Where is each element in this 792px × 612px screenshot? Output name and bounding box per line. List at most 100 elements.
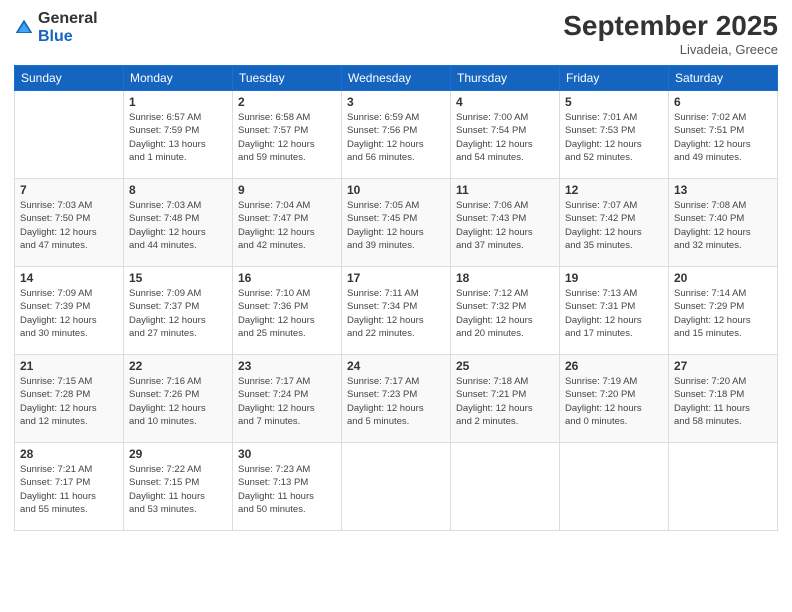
day-info: Sunrise: 7:06 AM Sunset: 7:43 PM Dayligh… [456, 199, 554, 252]
day-number: 8 [129, 183, 227, 197]
day-info: Sunrise: 7:16 AM Sunset: 7:26 PM Dayligh… [129, 375, 227, 428]
location: Livadeia, Greece [563, 42, 778, 57]
table-row: 11Sunrise: 7:06 AM Sunset: 7:43 PM Dayli… [451, 179, 560, 267]
day-number: 14 [20, 271, 118, 285]
table-row: 10 Sunrise: 7:05 AM Sunset: 7:45 PM Dayli… [342, 179, 451, 267]
table-row: 28 Sunrise: 7:21 AM Sunset: 7:17 PM Dayli… [15, 443, 124, 531]
day-number: 19 [565, 271, 663, 285]
day-number: 12 [565, 183, 663, 197]
day-info: Sunrise: 7:03 AM Sunset: 7:50 PM Dayligh… [20, 199, 118, 252]
table-row: 23 Sunrise: 7:17 AM Sunset: 7:24 PM Dayli… [233, 355, 342, 443]
day-number: 22 [129, 359, 227, 373]
table-row: 18Sunrise: 7:12 AM Sunset: 7:32 PM Dayli… [451, 267, 560, 355]
day-number: 20 [674, 271, 772, 285]
table-row: 20 Sunrise: 7:14 AM Sunset: 7:29 PM Dayli… [669, 267, 778, 355]
calendar-week-row: 14 Sunrise: 7:09 AM Sunset: 7:39 PM Dayli… [15, 267, 778, 355]
table-row: 6Sunrise: 7:02 AM Sunset: 7:51 PM Daylig… [669, 91, 778, 179]
day-info: Sunrise: 7:05 AM Sunset: 7:45 PM Dayligh… [347, 199, 445, 252]
day-number: 10 [347, 183, 445, 197]
day-info: Sunrise: 6:57 AM Sunset: 7:59 PM Dayligh… [129, 111, 227, 164]
col-tuesday: Tuesday [233, 66, 342, 91]
table-row: 29 Sunrise: 7:22 AM Sunset: 7:15 PM Dayli… [124, 443, 233, 531]
day-info: Sunrise: 7:09 AM Sunset: 7:39 PM Dayligh… [20, 287, 118, 340]
day-number: 25 [456, 359, 554, 373]
col-wednesday: Wednesday [342, 66, 451, 91]
day-number: 28 [20, 447, 118, 461]
calendar-week-row: 1 Sunrise: 6:57 AM Sunset: 7:59 PM Daylig… [15, 91, 778, 179]
day-number: 5 [565, 95, 663, 109]
table-row: 8 Sunrise: 7:03 AM Sunset: 7:48 PM Daylig… [124, 179, 233, 267]
table-row: 19 Sunrise: 7:13 AM Sunset: 7:31 PM Dayli… [560, 267, 669, 355]
calendar-header-row: Sunday Monday Tuesday Wednesday Thursday… [15, 66, 778, 91]
col-sunday: Sunday [15, 66, 124, 91]
day-info: Sunrise: 7:00 AM Sunset: 7:54 PM Dayligh… [456, 111, 554, 164]
table-row: 15Sunrise: 7:09 AM Sunset: 7:37 PM Dayli… [124, 267, 233, 355]
table-row: 4Sunrise: 7:00 AM Sunset: 7:54 PM Daylig… [451, 91, 560, 179]
month-title: September 2025 [563, 10, 778, 42]
table-row: 21Sunrise: 7:15 AM Sunset: 7:28 PM Dayli… [15, 355, 124, 443]
day-info: Sunrise: 7:01 AM Sunset: 7:53 PM Dayligh… [565, 111, 663, 164]
day-info: Sunrise: 7:11 AM Sunset: 7:34 PM Dayligh… [347, 287, 445, 340]
day-number: 13 [674, 183, 772, 197]
logo-icon [14, 18, 34, 38]
day-info: Sunrise: 7:09 AM Sunset: 7:37 PM Dayligh… [129, 287, 227, 340]
day-info: Sunrise: 7:15 AM Sunset: 7:28 PM Dayligh… [20, 375, 118, 428]
day-info: Sunrise: 7:23 AM Sunset: 7:13 PM Dayligh… [238, 463, 336, 516]
table-row: 24 Sunrise: 7:17 AM Sunset: 7:23 PM Dayli… [342, 355, 451, 443]
col-thursday: Thursday [451, 66, 560, 91]
table-row: 17Sunrise: 7:11 AM Sunset: 7:34 PM Dayli… [342, 267, 451, 355]
logo-blue-text: Blue [38, 28, 98, 46]
day-number: 26 [565, 359, 663, 373]
day-number: 2 [238, 95, 336, 109]
logo: General Blue [14, 10, 98, 45]
day-info: Sunrise: 7:08 AM Sunset: 7:40 PM Dayligh… [674, 199, 772, 252]
day-info: Sunrise: 7:07 AM Sunset: 7:42 PM Dayligh… [565, 199, 663, 252]
table-row: 16Sunrise: 7:10 AM Sunset: 7:36 PM Dayli… [233, 267, 342, 355]
day-info: Sunrise: 7:17 AM Sunset: 7:23 PM Dayligh… [347, 375, 445, 428]
table-row: 22 Sunrise: 7:16 AM Sunset: 7:26 PM Dayli… [124, 355, 233, 443]
day-info: Sunrise: 7:22 AM Sunset: 7:15 PM Dayligh… [129, 463, 227, 516]
calendar-week-row: 21Sunrise: 7:15 AM Sunset: 7:28 PM Dayli… [15, 355, 778, 443]
logo-text: General Blue [38, 10, 98, 45]
day-info: Sunrise: 7:21 AM Sunset: 7:17 PM Dayligh… [20, 463, 118, 516]
calendar-week-row: 7 Sunrise: 7:03 AM Sunset: 7:50 PM Daylig… [15, 179, 778, 267]
table-row: 2 Sunrise: 6:58 AM Sunset: 7:57 PM Daylig… [233, 91, 342, 179]
day-number: 9 [238, 183, 336, 197]
table-row [342, 443, 451, 531]
day-number: 29 [129, 447, 227, 461]
day-number: 3 [347, 95, 445, 109]
day-info: Sunrise: 7:03 AM Sunset: 7:48 PM Dayligh… [129, 199, 227, 252]
table-row: 14 Sunrise: 7:09 AM Sunset: 7:39 PM Dayli… [15, 267, 124, 355]
table-row: 27Sunrise: 7:20 AM Sunset: 7:18 PM Dayli… [669, 355, 778, 443]
logo-general-text: General [38, 10, 98, 28]
day-number: 23 [238, 359, 336, 373]
table-row: 13 Sunrise: 7:08 AM Sunset: 7:40 PM Dayli… [669, 179, 778, 267]
day-number: 16 [238, 271, 336, 285]
header: General Blue September 2025 Livadeia, Gr… [14, 10, 778, 57]
table-row [560, 443, 669, 531]
day-number: 1 [129, 95, 227, 109]
calendar-table: Sunday Monday Tuesday Wednesday Thursday… [14, 65, 778, 531]
title-area: September 2025 Livadeia, Greece [563, 10, 778, 57]
table-row: 1 Sunrise: 6:57 AM Sunset: 7:59 PM Daylig… [124, 91, 233, 179]
day-number: 7 [20, 183, 118, 197]
day-info: Sunrise: 7:12 AM Sunset: 7:32 PM Dayligh… [456, 287, 554, 340]
table-row: 7 Sunrise: 7:03 AM Sunset: 7:50 PM Daylig… [15, 179, 124, 267]
day-info: Sunrise: 7:19 AM Sunset: 7:20 PM Dayligh… [565, 375, 663, 428]
day-info: Sunrise: 7:17 AM Sunset: 7:24 PM Dayligh… [238, 375, 336, 428]
col-friday: Friday [560, 66, 669, 91]
day-info: Sunrise: 7:13 AM Sunset: 7:31 PM Dayligh… [565, 287, 663, 340]
table-row: 9 Sunrise: 7:04 AM Sunset: 7:47 PM Daylig… [233, 179, 342, 267]
day-info: Sunrise: 6:58 AM Sunset: 7:57 PM Dayligh… [238, 111, 336, 164]
day-number: 24 [347, 359, 445, 373]
day-number: 27 [674, 359, 772, 373]
day-info: Sunrise: 7:18 AM Sunset: 7:21 PM Dayligh… [456, 375, 554, 428]
day-info: Sunrise: 7:04 AM Sunset: 7:47 PM Dayligh… [238, 199, 336, 252]
day-info: Sunrise: 7:14 AM Sunset: 7:29 PM Dayligh… [674, 287, 772, 340]
table-row [451, 443, 560, 531]
page: General Blue September 2025 Livadeia, Gr… [0, 0, 792, 612]
col-saturday: Saturday [669, 66, 778, 91]
calendar-week-row: 28 Sunrise: 7:21 AM Sunset: 7:17 PM Dayli… [15, 443, 778, 531]
table-row: 25 Sunrise: 7:18 AM Sunset: 7:21 PM Dayli… [451, 355, 560, 443]
table-row [15, 91, 124, 179]
